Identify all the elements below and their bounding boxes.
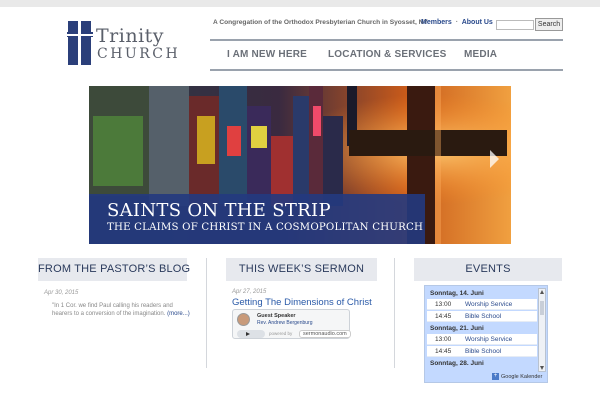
nav-item-location-services[interactable]: LOCATION & SERVICES [328,49,446,60]
blog-excerpt: "In 1 Cor. we find Paul calling his read… [52,303,192,318]
next-slide-arrow-icon[interactable] [490,150,499,168]
events-heading: EVENTS [414,258,562,281]
blog-more-link[interactable]: (more...) [167,311,190,317]
add-calendar-icon: + [492,373,499,380]
player-label: Guest Speaker [257,313,296,319]
calendar-day-header: Sonntag, 28. Juni [427,358,537,369]
search-button[interactable]: Search [535,18,563,31]
nav-item-media[interactable]: MEDIA [464,49,497,60]
nav-divider-top [210,39,563,41]
hero-title: SAINTS ON THE STRIP [107,200,331,221]
members-link[interactable]: Members [421,19,452,26]
scroll-thumb[interactable] [540,301,544,315]
calendar-day-header: Sonntag, 14. Juni [427,288,537,299]
speaker-avatar [237,313,250,326]
scroll-up-icon[interactable] [540,290,544,294]
google-calendar-label: Google Kalender [501,373,543,380]
play-icon[interactable] [246,332,250,336]
sermon-date: Apr 27, 2015 [232,289,267,295]
event-time: 14:45 [435,313,452,320]
event-title[interactable]: Worship Service [465,299,512,310]
google-calendar-link[interactable]: + Google Kalender [492,373,542,380]
main-nav: I AM NEW HERE LOCATION & SERVICES MEDIA [210,49,563,63]
church-logo[interactable]: Trinity CHURCH [67,21,181,67]
event-title[interactable]: Bible School [465,346,501,357]
cross-logo-icon [67,21,93,65]
blog-excerpt-text: "In 1 Cor. we find Paul calling his read… [52,303,173,317]
event-time: 13:00 [435,301,452,308]
nav-divider-bottom [210,69,563,71]
calendar-event-row[interactable]: 14:45 Bible School [427,311,537,322]
top-strip [0,0,600,7]
column-divider [206,258,207,368]
column-divider [394,258,395,368]
events-calendar: Sonntag, 14. Juni 13:00 Worship Service … [424,285,548,383]
event-title[interactable]: Worship Service [465,334,512,345]
calendar-event-row[interactable]: 13:00 Worship Service [427,334,537,345]
about-us-link[interactable]: About Us [462,19,493,26]
scroll-down-icon[interactable] [540,366,544,370]
top-links: Members · About Us [421,19,493,26]
calendar-scrollbar[interactable] [538,288,546,372]
logo-word-trinity: Trinity [96,25,165,47]
blog-heading: FROM THE PASTOR’S BLOG [38,258,190,281]
blog-date: Apr 30, 2015 [44,290,79,296]
nav-item-new-here[interactable]: I AM NEW HERE [227,49,307,60]
calendar-event-row[interactable]: 14:45 Bible School [427,346,537,357]
speaker-name[interactable]: Rev. Andrew Bergenburg [257,320,313,326]
calendar-day-header: Sonntag, 21. Juni [427,323,537,334]
event-time: 13:00 [435,336,452,343]
calendar-event-row[interactable]: 13:00 Worship Service [427,299,537,310]
hero-slideshow[interactable]: SAINTS ON THE STRIP THE CLAIMS OF CHRIST… [89,86,511,244]
logo-word-church: CHURCH [97,46,181,62]
hero-subtitle: THE CLAIMS OF CHRIST IN A COSMOPOLITAN C… [107,222,424,233]
sermon-heading: THIS WEEK’S SERMON [226,258,377,281]
tagline: A Congregation of the Orthodox Presbyter… [213,19,428,26]
sermon-title-link[interactable]: Getting The Dimensions of Christ [232,297,372,308]
player-powered-by: powered by [269,331,293,336]
event-time: 14:45 [435,348,452,355]
player-controls[interactable] [237,330,265,338]
event-title[interactable]: Bible School [465,311,501,322]
search-input[interactable] [496,20,534,30]
sermon-audio-player: Guest Speaker Rev. Andrew Bergenburg pow… [232,309,351,339]
link-separator: · [455,19,459,26]
sermonaudio-logo[interactable]: sermonaudio.com [299,330,351,338]
